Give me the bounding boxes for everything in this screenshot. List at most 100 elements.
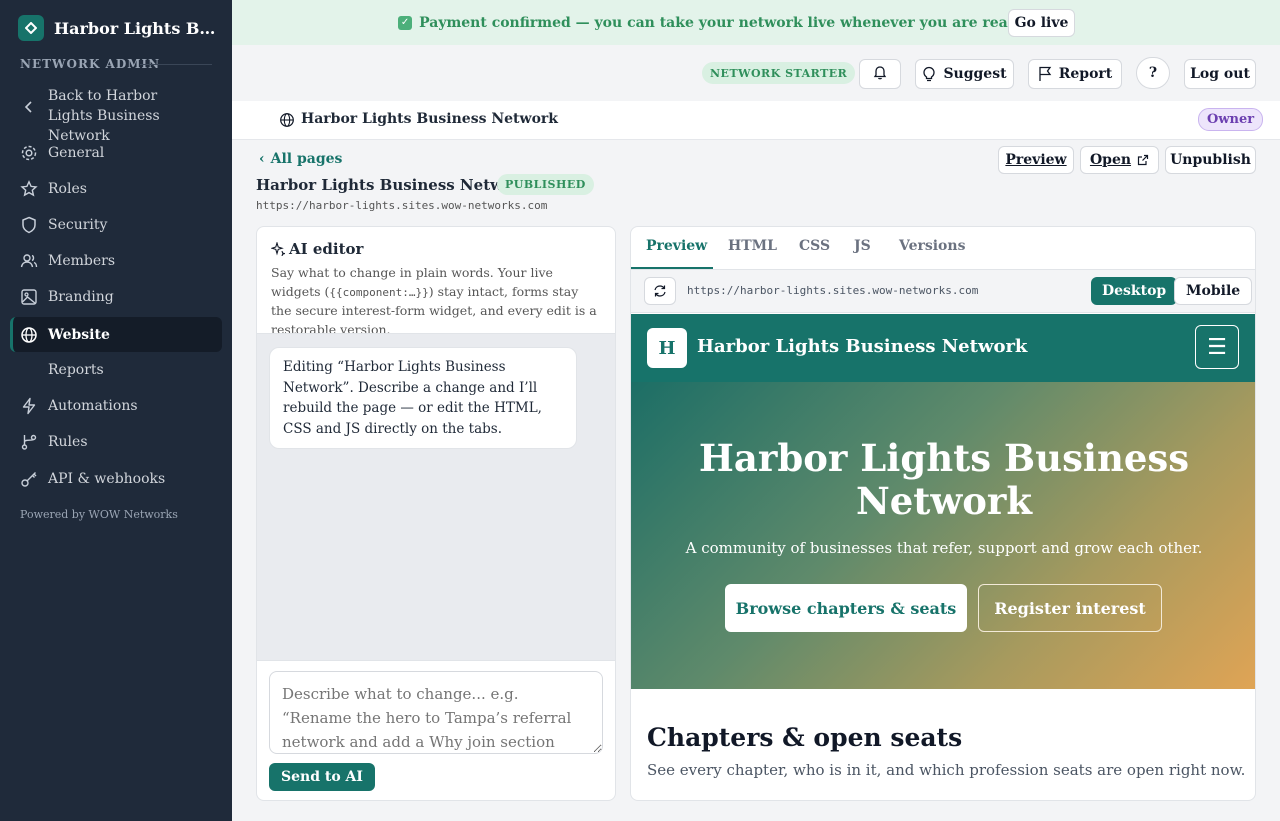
sidebar-item-label: Branding xyxy=(48,289,114,305)
sidebar-item-label: Rules xyxy=(48,434,88,450)
sidebar-item-label: Automations xyxy=(48,398,138,414)
tab-css[interactable]: CSS xyxy=(799,238,830,254)
sidebar-item-label: Reports xyxy=(48,362,104,378)
section-subtitle: See every chapter, who is in it, and whi… xyxy=(647,761,1246,779)
chevron-left-icon xyxy=(19,97,39,117)
tab-js[interactable]: JS xyxy=(854,238,871,254)
suggest-button[interactable]: Suggest xyxy=(915,59,1014,89)
brand[interactable]: Harbor Lights Business Network xyxy=(18,15,216,41)
desktop-toggle[interactable]: Desktop xyxy=(1091,277,1178,305)
help-button[interactable]: ? xyxy=(1136,57,1170,89)
page-url: https://harbor-lights.sites.wow-networks… xyxy=(256,199,548,212)
chat-area: Editing “Harbor Lights Business Network”… xyxy=(257,333,615,661)
image-icon xyxy=(19,287,39,307)
unpublish-button[interactable]: Unpublish xyxy=(1165,146,1256,174)
users-icon xyxy=(19,251,39,271)
branch-icon xyxy=(19,432,39,452)
notifications-button[interactable] xyxy=(859,59,901,89)
external-link-icon xyxy=(1137,154,1149,166)
globe-icon xyxy=(279,112,295,132)
register-interest-button[interactable]: Register interest xyxy=(978,584,1162,632)
open-button[interactable]: Open xyxy=(1080,146,1159,174)
section-title: Chapters & open seats xyxy=(647,723,963,752)
preview-url-bar: https://harbor-lights.sites.wow-networks… xyxy=(631,270,1255,313)
editor-tabs: Preview HTML CSS JS Versions xyxy=(631,227,1255,270)
powered-by: Powered by WOW Networks xyxy=(20,508,178,521)
refresh-icon xyxy=(653,284,667,298)
all-pages-label: All pages xyxy=(270,151,343,167)
tab-preview[interactable]: Preview xyxy=(646,238,707,254)
sidebar-item-reports[interactable]: Reports xyxy=(10,358,222,382)
sidebar: Harbor Lights Business Network NETWORK A… xyxy=(0,0,232,821)
reload-button[interactable] xyxy=(644,277,676,305)
open-label: Open xyxy=(1089,152,1132,168)
preview-url: https://harbor-lights.sites.wow-networks… xyxy=(687,284,979,297)
page-title: Harbor Lights Business Network xyxy=(256,176,532,194)
report-label: Report xyxy=(1058,66,1113,82)
sidebar-item-label: Members xyxy=(48,253,116,269)
app-title: Harbor Lights Business Network xyxy=(54,18,216,38)
go-live-button[interactable]: Go live xyxy=(1008,9,1075,37)
browse-chapters-button[interactable]: Browse chapters & seats xyxy=(725,584,967,632)
sidebar-item-security[interactable]: Security xyxy=(10,213,222,237)
star-icon xyxy=(19,179,39,199)
site-logo: H xyxy=(647,328,687,368)
tab-versions[interactable]: Versions xyxy=(899,238,965,254)
sidebar-item-label: Roles xyxy=(48,181,87,197)
sidebar-item-label: API & webhooks xyxy=(48,471,166,487)
logout-button[interactable]: Log out xyxy=(1184,59,1256,89)
hero-subtitle: A community of businesses that refer, su… xyxy=(685,539,1203,557)
site-header: H Harbor Lights Business Network ☰ xyxy=(631,314,1255,382)
globe-icon xyxy=(19,325,39,345)
sidebar-item-api[interactable]: API & webhooks xyxy=(10,467,222,491)
sidebar-back-link[interactable]: Back to Harbor Lights Business Network xyxy=(10,86,222,144)
status-badge: PUBLISHED xyxy=(497,174,594,195)
sidebar-item-members[interactable]: Members xyxy=(10,249,222,273)
shield-icon xyxy=(19,215,39,235)
ai-editor-description: Say what to change in plain words. Your … xyxy=(271,264,601,339)
preview-button[interactable]: Preview xyxy=(998,146,1074,174)
sidebar-item-automations[interactable]: Automations xyxy=(10,394,222,418)
sidebar-item-label: General xyxy=(48,145,105,161)
sidebar-item-website[interactable]: Website xyxy=(10,317,222,352)
sidebar-item-roles[interactable]: Roles xyxy=(10,177,222,201)
site-title: Harbor Lights Business Network xyxy=(697,336,1028,357)
all-pages-link[interactable]: ‹ All pages xyxy=(259,151,342,167)
site-name: Harbor Lights Business Network xyxy=(301,111,558,127)
key-icon xyxy=(19,469,39,489)
plan-badge: NETWORK STARTER xyxy=(702,62,856,84)
sidebar-item-general[interactable]: General xyxy=(10,141,222,165)
hero-section: Harbor Lights Business Network A communi… xyxy=(631,382,1255,689)
network-logo-icon xyxy=(18,15,44,41)
send-to-ai-button[interactable]: Send to AI xyxy=(269,763,375,791)
sidebar-item-branding[interactable]: Branding xyxy=(10,285,222,309)
report-button[interactable]: Report xyxy=(1028,59,1122,89)
lightbulb-icon xyxy=(922,66,936,82)
lightning-icon xyxy=(19,396,39,416)
tab-html[interactable]: HTML xyxy=(728,238,777,254)
mobile-toggle[interactable]: Mobile xyxy=(1174,277,1253,305)
component-code: {{component:…}} xyxy=(329,285,429,299)
chevron-left-icon: ‹ xyxy=(259,151,265,167)
hero-title: Harbor Lights Business Network xyxy=(698,436,1190,523)
sidebar-item-label: Website xyxy=(48,326,110,343)
gear-icon xyxy=(19,143,39,163)
payment-banner: ✓ Payment confirmed — you can take your … xyxy=(232,0,1280,45)
ai-editor-panel: AI editor Say what to change in plain wo… xyxy=(256,226,616,801)
checkmark-icon: ✓ xyxy=(398,15,413,30)
sidebar-item-rules[interactable]: Rules xyxy=(10,430,222,454)
sparkle-icon xyxy=(271,242,285,256)
assistant-message: Editing “Harbor Lights Business Network”… xyxy=(269,347,577,449)
ai-editor-label: AI editor xyxy=(289,240,364,258)
banner-text: Payment confirmed — you can take your ne… xyxy=(419,14,1029,31)
suggest-label: Suggest xyxy=(943,66,1007,82)
ai-prompt-input[interactable] xyxy=(269,671,603,754)
flag-icon xyxy=(1038,66,1052,82)
active-tab-indicator xyxy=(631,267,713,269)
menu-icon[interactable]: ☰ xyxy=(1195,325,1239,369)
section-divider xyxy=(140,64,212,65)
preview-panel: Preview HTML CSS JS Versions https://har… xyxy=(630,226,1256,801)
ai-editor-title: AI editor xyxy=(271,240,363,258)
back-label: Back to Harbor Lights Business Network xyxy=(48,88,160,144)
role-badge: Owner xyxy=(1198,108,1264,131)
